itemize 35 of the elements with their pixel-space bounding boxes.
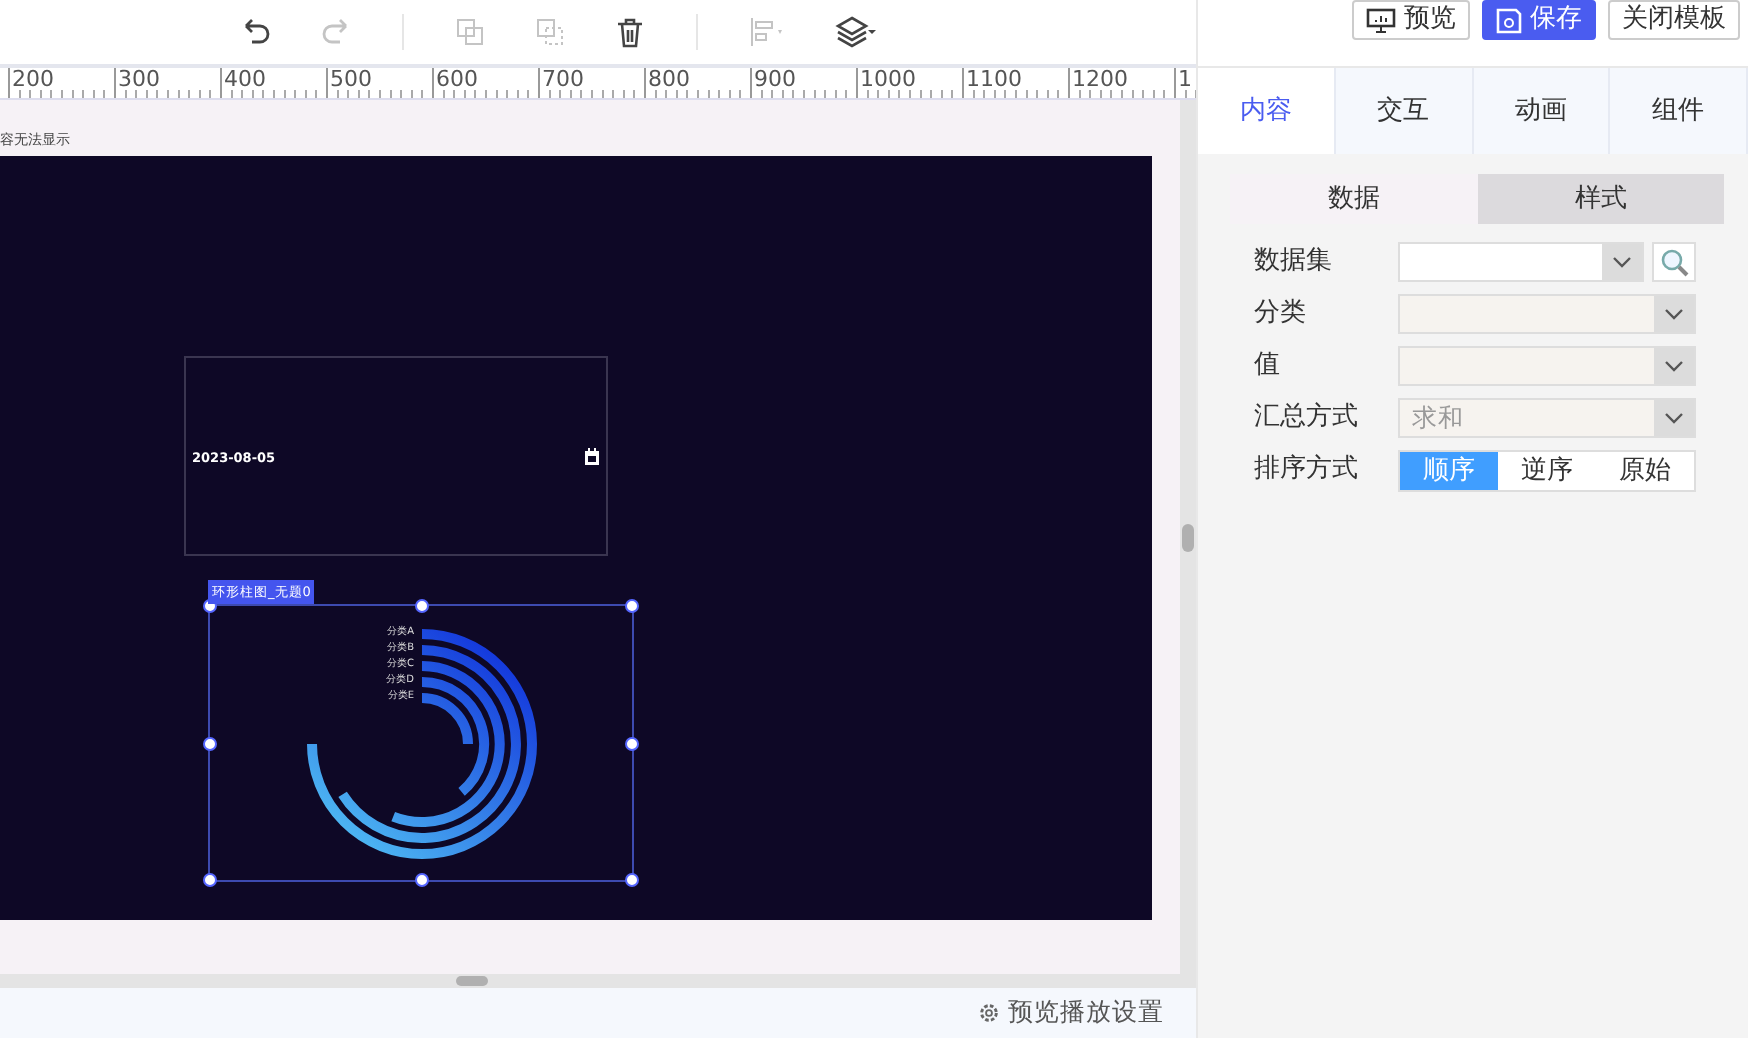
settings-icon[interactable] [978,1002,1000,1024]
search-icon [1659,247,1689,277]
save-button[interactable]: 保存 [1482,0,1596,40]
select-field[interactable] [1398,242,1644,282]
field-label: 数据集 [1254,244,1334,281]
layers-icon[interactable] [834,14,878,50]
panel-tab[interactable]: 组件 [1610,68,1748,154]
search-button[interactable] [1652,242,1696,282]
field-label: 值 [1254,348,1282,385]
panel-tab[interactable]: 动画 [1473,68,1611,154]
field-label: 排序方式 [1254,452,1360,489]
horizontal-scrollbar[interactable] [0,974,1196,988]
resize-handle[interactable] [414,873,428,887]
scrollbar-thumb[interactable] [1182,524,1194,552]
panel-tab[interactable]: 内容 [1198,68,1336,154]
scrollbar-thumb[interactable] [456,976,488,986]
resize-handle[interactable] [625,873,639,887]
field-label: 汇总方式 [1254,400,1360,437]
close-button[interactable]: 关闭模板 [1608,0,1740,40]
vertical-scrollbar[interactable] [1180,100,1196,974]
preview-button[interactable]: 预览 [1352,0,1470,40]
calendar-icon[interactable] [584,448,600,466]
settings-link[interactable]: 预览播放设置 [1008,994,1164,1032]
panel-tab[interactable]: 交互 [1335,68,1473,154]
trash-icon[interactable] [612,14,648,50]
monitor-icon [1366,7,1396,33]
sub-tab[interactable]: 样式 [1477,174,1724,224]
field-label: 分类 [1254,296,1308,333]
resize-handle[interactable] [203,736,217,750]
save-icon [1496,7,1522,33]
resize-handle[interactable] [625,736,639,750]
dropdown-caret-icon[interactable] [1612,256,1632,268]
resize-handle[interactable] [414,599,428,613]
resize-handle[interactable] [625,599,639,613]
resize-handle[interactable] [203,873,217,887]
